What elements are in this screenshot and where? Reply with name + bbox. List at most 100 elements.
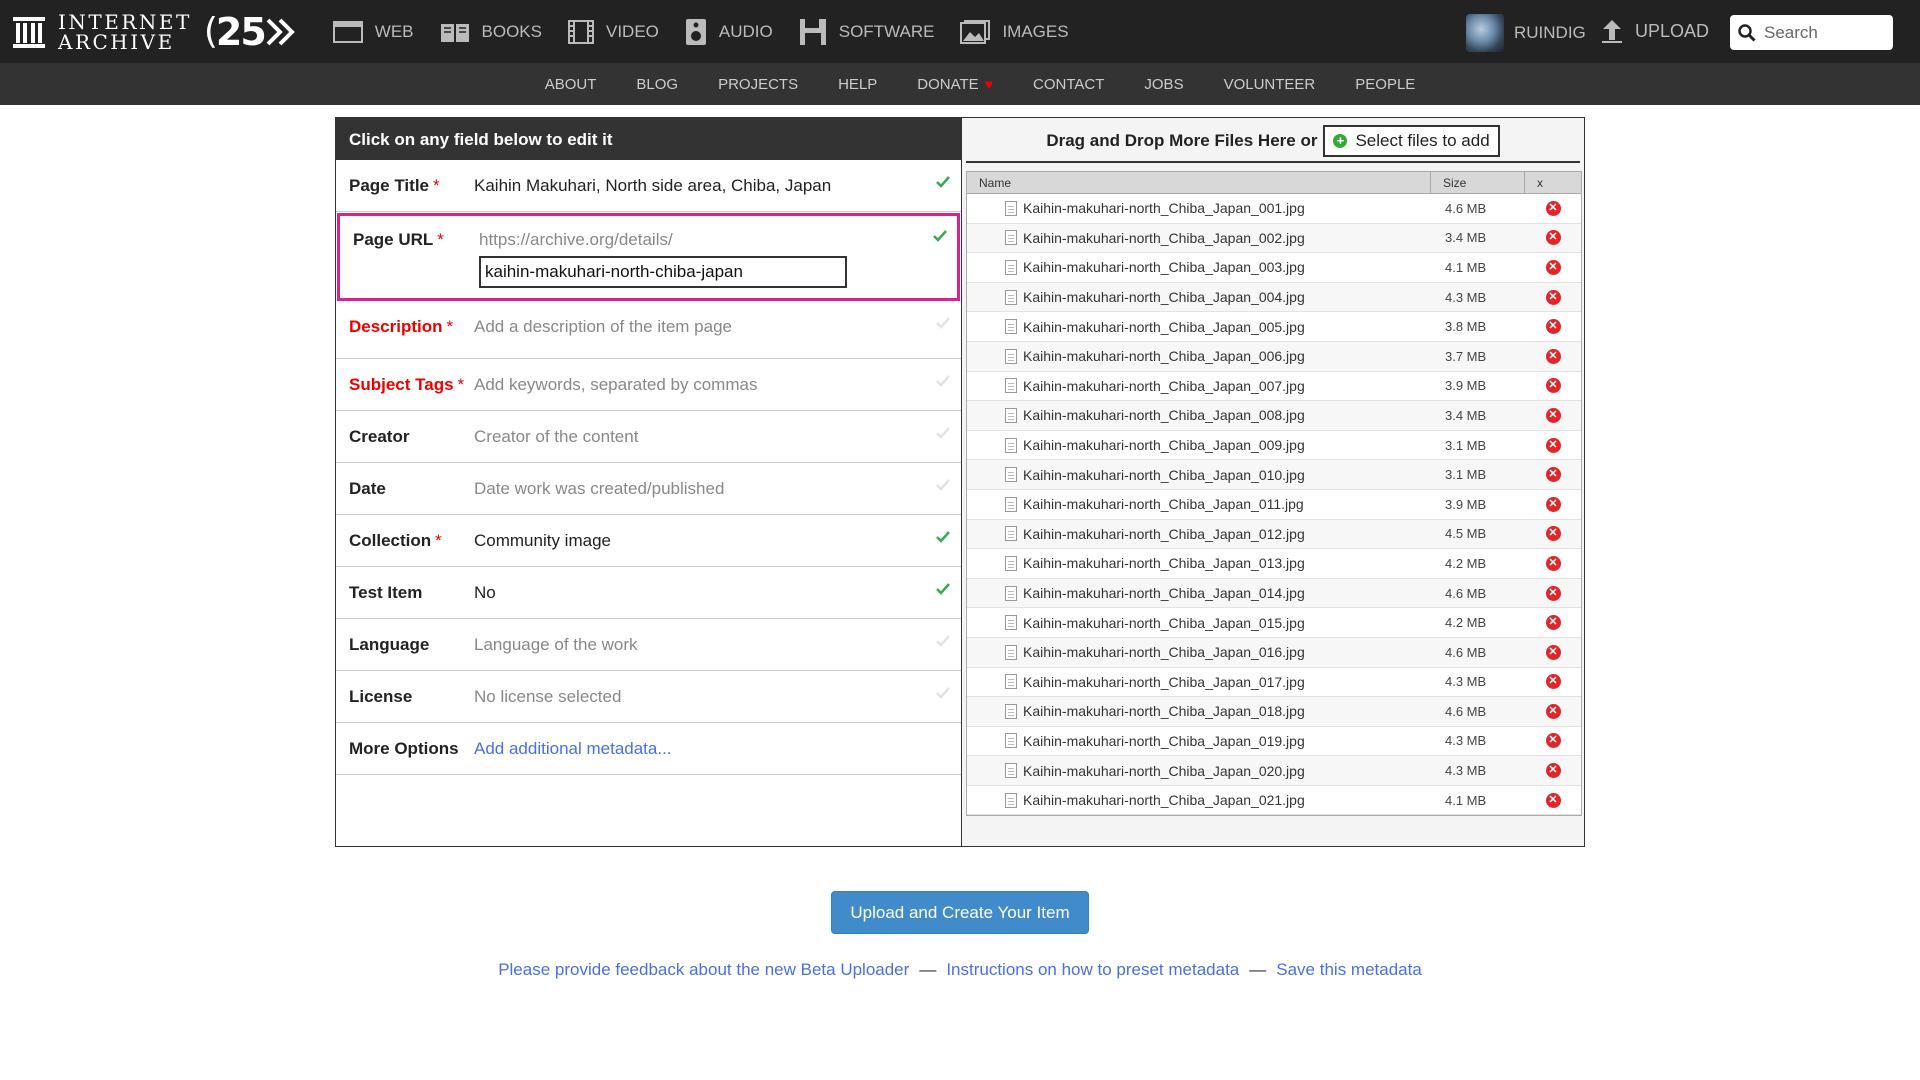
feedback-link[interactable]: Please provide feedback about the new Be… (498, 960, 909, 979)
file-row[interactable]: Kaihin-makuhari-north_Chiba_Japan_020.jp… (967, 756, 1581, 786)
test-item-value[interactable]: No (474, 583, 496, 603)
subnav-help[interactable]: HELP (838, 76, 877, 93)
file-row[interactable]: Kaihin-makuhari-north_Chiba_Japan_015.jp… (967, 608, 1581, 638)
remove-file-icon[interactable]: ✕ (1545, 674, 1561, 690)
page-title-value[interactable]: Kaihin Makuhari, North side area, Chiba,… (474, 176, 831, 196)
remove-file-icon[interactable]: ✕ (1545, 319, 1561, 335)
file-row[interactable]: Kaihin-makuhari-north_Chiba_Japan_010.jp… (967, 460, 1581, 490)
date-placeholder[interactable]: Date work was created/published (474, 479, 724, 499)
file-size: 3.1 MB (1445, 467, 1487, 483)
nav-software[interactable]: SOFTWARE (799, 18, 934, 46)
subnav-projects[interactable]: PROJECTS (718, 76, 798, 93)
file-row[interactable]: Kaihin-makuhari-north_Chiba_Japan_011.jp… (967, 489, 1581, 520)
remove-file-icon[interactable]: ✕ (1545, 496, 1561, 512)
subnav-contact[interactable]: CONTACT (1033, 76, 1104, 93)
remove-file-icon[interactable]: ✕ (1545, 467, 1561, 483)
user-menu[interactable]: RUINDIG (1466, 14, 1586, 52)
file-row[interactable]: Kaihin-makuhari-north_Chiba_Japan_008.jp… (967, 401, 1581, 431)
field-description[interactable]: Description * Add a description of the it… (336, 301, 961, 359)
remove-file-icon[interactable]: ✕ (1545, 615, 1561, 631)
file-row[interactable]: Kaihin-makuhari-north_Chiba_Japan_012.jp… (967, 519, 1581, 550)
file-row[interactable]: Kaihin-makuhari-north_Chiba_Japan_014.jp… (967, 578, 1581, 609)
search-box[interactable] (1730, 15, 1893, 50)
creator-placeholder[interactable]: Creator of the content (474, 427, 638, 447)
field-test-item[interactable]: Test Item No (336, 567, 961, 619)
internet-archive-logo[interactable]: INTERNET ARCHIVE (25 (12, 0, 297, 63)
nav-images[interactable]: IMAGES (960, 19, 1069, 44)
remove-file-cell: ✕ (1525, 230, 1581, 246)
file-row[interactable]: Kaihin-makuhari-north_Chiba_Japan_009.jp… (967, 430, 1581, 461)
remove-file-icon[interactable]: ✕ (1545, 348, 1561, 364)
file-row[interactable]: Kaihin-makuhari-north_Chiba_Japan_002.jp… (967, 223, 1581, 254)
files-panel: Drag and Drop More Files Here or + Selec… (962, 118, 1584, 846)
file-row[interactable]: Kaihin-makuhari-north_Chiba_Japan_005.jp… (967, 312, 1581, 342)
language-placeholder[interactable]: Language of the work (474, 635, 638, 655)
collection-label: Collection * (349, 531, 442, 551)
remove-file-icon[interactable]: ✕ (1545, 289, 1561, 305)
file-row[interactable]: Kaihin-makuhari-north_Chiba_Japan_004.jp… (967, 282, 1581, 313)
file-row[interactable]: Kaihin-makuhari-north_Chiba_Japan_016.jp… (967, 637, 1581, 668)
description-placeholder[interactable]: Add a description of the item page (474, 317, 732, 337)
file-row[interactable]: Kaihin-makuhari-north_Chiba_Japan_001.jp… (967, 194, 1581, 224)
subnav-people[interactable]: PEOPLE (1355, 76, 1415, 93)
license-placeholder[interactable]: No license selected (474, 687, 621, 707)
add-metadata-link[interactable]: Add additional metadata... (474, 739, 672, 759)
upload-link[interactable]: UPLOAD (1601, 18, 1709, 44)
field-language[interactable]: Language Language of the work (336, 619, 961, 671)
file-row[interactable]: Kaihin-makuhari-north_Chiba_Japan_003.jp… (967, 253, 1581, 283)
field-collection[interactable]: Collection * Community image (336, 515, 961, 567)
field-license[interactable]: License No license selected (336, 671, 961, 723)
remove-file-icon[interactable]: ✕ (1545, 437, 1561, 453)
page-url-input[interactable] (479, 256, 847, 288)
upload-create-button[interactable]: Upload and Create Your Item (831, 891, 1089, 934)
file-icon (1005, 259, 1017, 275)
file-row[interactable]: Kaihin-makuhari-north_Chiba_Japan_007.jp… (967, 371, 1581, 402)
remove-file-icon[interactable]: ✕ (1545, 585, 1561, 601)
nav-audio[interactable]: AUDIO (685, 18, 773, 46)
subject-tags-placeholder[interactable]: Add keywords, separated by commas (474, 375, 757, 395)
file-row[interactable]: Kaihin-makuhari-north_Chiba_Japan_017.jp… (967, 667, 1581, 698)
column-name[interactable]: Name (967, 172, 1431, 193)
subnav-blog[interactable]: BLOG (636, 76, 678, 93)
search-input[interactable] (1762, 21, 1882, 44)
save-metadata-link[interactable]: Save this metadata (1276, 960, 1422, 979)
remove-file-icon[interactable]: ✕ (1545, 763, 1561, 779)
select-files-button[interactable]: + Select files to add (1323, 125, 1500, 157)
subnav-donate[interactable]: DONATE ♥ (917, 76, 993, 93)
field-more-options: More Options Add additional metadata... (336, 723, 961, 775)
field-date[interactable]: Date Date work was created/published (336, 463, 961, 515)
remove-file-icon[interactable]: ✕ (1545, 407, 1561, 423)
file-row[interactable]: Kaihin-makuhari-north_Chiba_Japan_019.jp… (967, 726, 1581, 757)
remove-file-icon[interactable]: ✕ (1545, 792, 1561, 808)
nav-video[interactable]: VIDEO (567, 19, 659, 44)
field-page-title[interactable]: Page Title * Kaihin Makuhari, North side … (336, 160, 961, 212)
remove-file-icon[interactable]: ✕ (1545, 200, 1561, 216)
remove-file-cell: ✕ (1525, 703, 1581, 719)
file-row[interactable]: Kaihin-makuhari-north_Chiba_Japan_006.jp… (967, 341, 1581, 372)
file-row[interactable]: Kaihin-makuhari-north_Chiba_Japan_021.jp… (967, 785, 1581, 816)
remove-file-icon[interactable]: ✕ (1545, 378, 1561, 394)
nav-web[interactable]: WEB (332, 20, 414, 43)
file-icon (1005, 615, 1017, 631)
remove-file-icon[interactable]: ✕ (1545, 526, 1561, 542)
subnav-volunteer[interactable]: VOLUNTEER (1224, 76, 1316, 93)
remove-file-icon[interactable]: ✕ (1545, 703, 1561, 719)
file-row[interactable]: Kaihin-makuhari-north_Chiba_Japan_013.jp… (967, 549, 1581, 579)
drop-zone[interactable]: Drag and Drop More Files Here or + Selec… (962, 121, 1584, 161)
nav-books[interactable]: BOOKS (440, 21, 542, 43)
collection-value[interactable]: Community image (474, 531, 611, 551)
subnav-jobs[interactable]: JOBS (1144, 76, 1183, 93)
subnav-about[interactable]: ABOUT (545, 76, 597, 93)
field-subject-tags[interactable]: Subject Tags * Add keywords, separated by… (336, 359, 961, 411)
field-page-url[interactable]: Page URL * https://archive.org/details/ (337, 213, 960, 301)
remove-file-icon[interactable]: ✕ (1545, 259, 1561, 275)
file-row[interactable]: Kaihin-makuhari-north_Chiba_Japan_018.jp… (967, 697, 1581, 727)
remove-file-icon[interactable]: ✕ (1545, 555, 1561, 571)
file-icon (1005, 585, 1017, 601)
remove-file-icon[interactable]: ✕ (1545, 644, 1561, 660)
field-creator[interactable]: Creator Creator of the content (336, 411, 961, 463)
remove-file-icon[interactable]: ✕ (1545, 230, 1561, 246)
remove-file-icon[interactable]: ✕ (1545, 733, 1561, 749)
column-size[interactable]: Size (1431, 172, 1525, 193)
instructions-link[interactable]: Instructions on how to preset metadata (946, 960, 1239, 979)
